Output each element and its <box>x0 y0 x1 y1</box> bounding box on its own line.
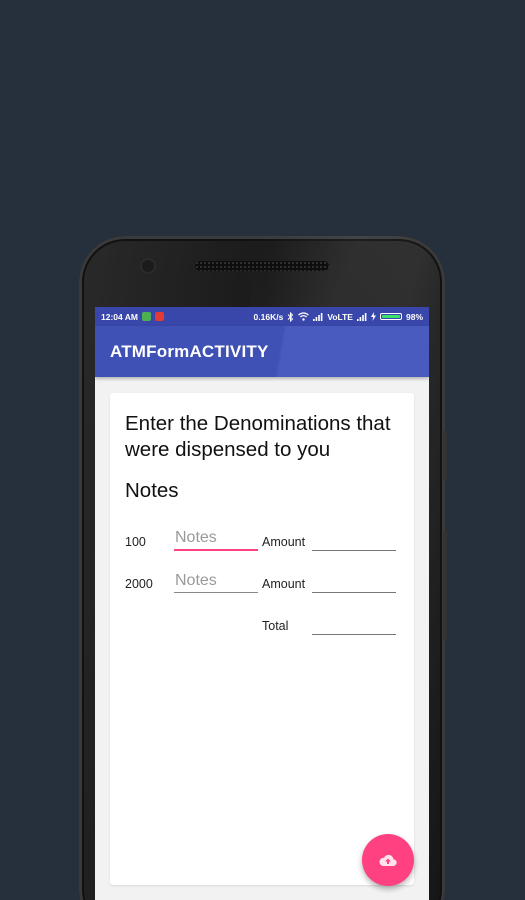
charging-icon <box>370 312 376 321</box>
battery-icon <box>379 313 402 320</box>
battery-percent: 98% <box>405 311 423 322</box>
volume-button <box>443 430 447 480</box>
denomination-label: 2000 <box>125 577 153 591</box>
amount-field-2000 <box>312 592 396 593</box>
total-field <box>312 634 396 635</box>
total-label: Total <box>262 619 289 633</box>
youtube-icon <box>155 312 165 321</box>
form-card: Enter the Denominations that were dispen… <box>110 393 414 885</box>
notes-input-2000[interactable] <box>174 569 258 593</box>
total-row: Total <box>110 609 414 639</box>
battery-level-fill <box>381 315 400 318</box>
signal-icon <box>356 312 367 321</box>
form-heading: Enter the Denominations that were dispen… <box>125 412 391 461</box>
app-title: ATMFormACTIVITY <box>110 341 269 361</box>
cloud-upload-icon <box>379 854 397 866</box>
denomination-row-2000: 2000 Amount <box>110 567 414 597</box>
status-time: 12:04 AM <box>101 311 139 322</box>
battery-app-icon <box>142 312 152 321</box>
amount-label: Amount <box>262 577 306 591</box>
wifi-icon <box>298 312 310 321</box>
network-speed: 0.16K/s <box>253 311 284 322</box>
power-button <box>443 530 447 640</box>
signal-icon <box>313 312 323 321</box>
app-bar: ATMFormACTIVITY <box>95 326 429 377</box>
amount-field-100 <box>312 550 396 551</box>
network-type: VoLTE <box>327 311 353 322</box>
phone-screen: 12:04 AM 0.16K/s VoLTE 98% ATMFormACTIVI… <box>95 307 429 900</box>
front-camera <box>142 260 154 272</box>
notes-input-100[interactable] <box>174 527 258 551</box>
bluetooth-icon <box>287 311 294 322</box>
earpiece-speaker <box>195 261 329 271</box>
denomination-row-100: 100 Amount <box>110 525 414 555</box>
upload-fab-button[interactable] <box>362 834 414 886</box>
amount-label: Amount <box>262 535 306 549</box>
phone-glare <box>250 236 440 316</box>
denomination-label: 100 <box>125 535 146 549</box>
notes-section-title: Notes <box>125 479 179 502</box>
status-bar: 12:04 AM 0.16K/s VoLTE 98% <box>95 307 429 326</box>
